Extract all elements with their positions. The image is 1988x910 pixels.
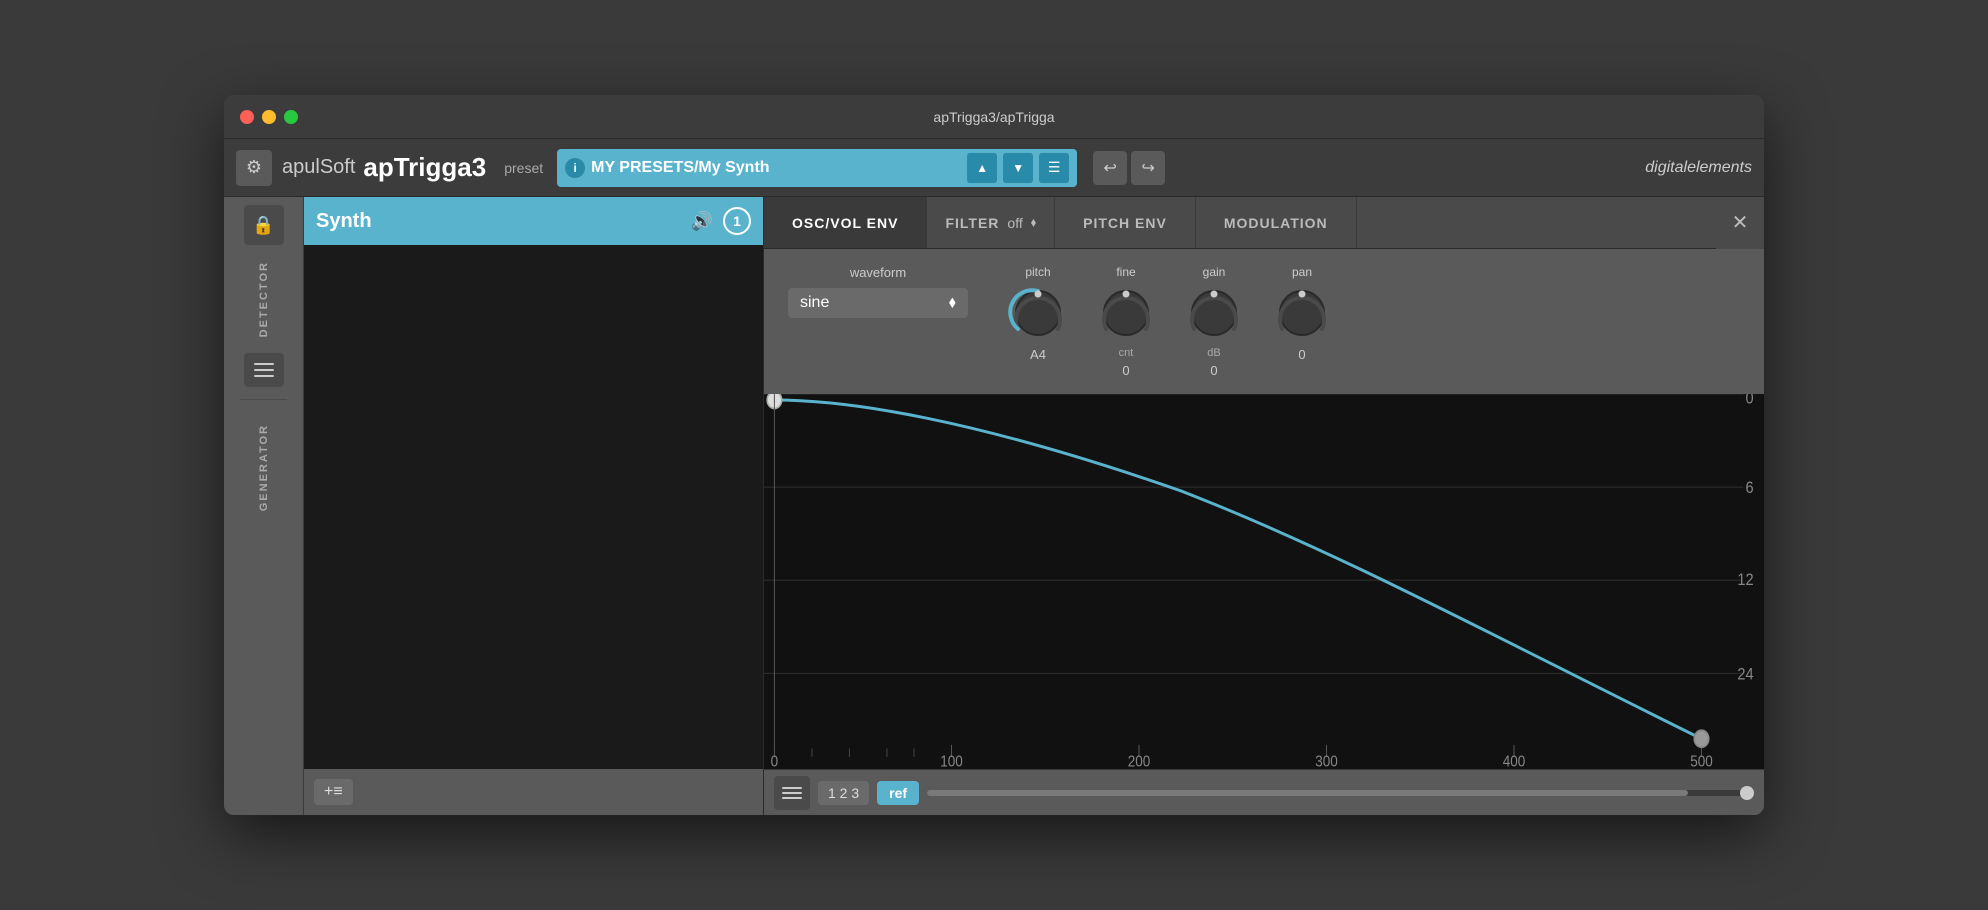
svg-text:300: 300 — [1315, 754, 1338, 769]
redo-button[interactable]: ↪ — [1131, 151, 1165, 185]
pitch-knob-label: pitch — [1025, 265, 1050, 279]
settings-icon-button[interactable]: ⚙ — [236, 150, 272, 186]
tab-close-button[interactable]: ✕ — [1716, 197, 1764, 249]
gain-knob-value: 0 — [1210, 363, 1217, 378]
slider-track — [927, 790, 1754, 796]
main-area: 🔒 DETECTOR GENERATOR Synth 🔊 1 +≡ — [224, 197, 1764, 815]
panel-header: Synth 🔊 1 — [304, 197, 763, 245]
svg-text:0: 0 — [1745, 394, 1753, 408]
waveform-select[interactable]: sine ⬧ — [788, 288, 968, 318]
svg-text:200: 200 — [1128, 754, 1151, 769]
svg-text:400: 400 — [1503, 754, 1526, 769]
brand-name-bold: apTrigga3 — [363, 152, 486, 183]
brand-logo: apulSoft apTrigga3 — [282, 152, 486, 183]
pitch-knob-value: A4 — [1030, 347, 1046, 362]
fine-knob-label: fine — [1116, 265, 1135, 279]
fine-knob-sublabel: cnt — [1119, 347, 1134, 359]
waveform-section: waveform sine ⬧ — [788, 265, 968, 318]
svg-text:12: 12 — [1737, 571, 1753, 589]
pitch-knob[interactable] — [1008, 283, 1068, 343]
envelope-area[interactable]: 0 6 12 24 0 100 — [764, 394, 1764, 769]
preset-nav-down-button[interactable]: ▼ — [1003, 153, 1033, 183]
left-panel: Synth 🔊 1 +≡ — [304, 197, 764, 815]
slider-fill — [927, 790, 1688, 796]
preset-info-icon[interactable]: i — [565, 158, 585, 178]
preset-label: preset — [504, 160, 543, 176]
brand-right-label: digitalelements — [1645, 159, 1752, 177]
hamburger-line-3 — [254, 375, 274, 377]
undo-redo-group: ↩ ↪ — [1093, 151, 1165, 185]
pan-knob-value: 0 — [1298, 347, 1305, 362]
tab-modulation[interactable]: MODULATION — [1196, 197, 1357, 248]
close-icon: ✕ — [1732, 210, 1749, 235]
slider-thumb[interactable] — [1740, 786, 1754, 800]
panel-content — [304, 245, 763, 769]
tab-filter[interactable]: FILTER off ⬧ — [927, 197, 1055, 248]
gear-icon: ⚙ — [246, 157, 262, 178]
bottom-ref-button[interactable]: ref — [877, 781, 919, 805]
waveform-value: sine — [800, 294, 829, 312]
fine-knob[interactable] — [1096, 283, 1156, 343]
add-button[interactable]: +≡ — [314, 779, 353, 805]
lock-button[interactable]: 🔒 — [244, 205, 284, 245]
titlebar: apTrigga3/apTrigga — [224, 95, 1764, 139]
bottom-hamburger-3 — [782, 797, 802, 799]
fine-knob-value: 0 — [1122, 363, 1129, 378]
waveform-label: waveform — [788, 265, 968, 280]
maximize-button[interactable] — [284, 110, 298, 124]
bottom-menu-button[interactable] — [774, 776, 810, 810]
preset-bar: i MY PRESETS/My Synth ▲ ▼ ☰ — [557, 149, 1077, 187]
bottom-bar: 1 2 3 ref — [764, 769, 1764, 815]
window-title: apTrigga3/apTrigga — [933, 109, 1054, 125]
svg-text:500: 500 — [1690, 754, 1713, 769]
pan-knob-label: pan — [1292, 265, 1312, 279]
preset-name: MY PRESETS/My Synth — [591, 159, 961, 177]
undo-button[interactable]: ↩ — [1093, 151, 1127, 185]
controls-area: waveform sine ⬧ pitch — [764, 249, 1764, 394]
knobs-section: pitch A4 fine — [1008, 265, 1332, 378]
svg-text:6: 6 — [1745, 479, 1753, 497]
pitch-knob-group: pitch A4 — [1008, 265, 1068, 362]
right-panel: OSC/VOL ENV FILTER off ⬧ PITCH ENV MODUL… — [764, 197, 1764, 815]
preset-menu-button[interactable]: ☰ — [1039, 153, 1069, 183]
tab-pitch-env[interactable]: PITCH ENV — [1055, 197, 1196, 248]
window-controls — [240, 110, 298, 124]
close-button[interactable] — [240, 110, 254, 124]
svg-text:100: 100 — [940, 754, 963, 769]
lock-icon: 🔒 — [252, 215, 274, 236]
waveform-arrow-icon: ⬧ — [949, 294, 956, 312]
bottom-num-button[interactable]: 1 2 3 — [818, 781, 869, 805]
tab-osc-vol-env[interactable]: OSC/VOL ENV — [764, 197, 927, 248]
gain-knob-group: gain dB 0 — [1184, 265, 1244, 378]
bottom-slider[interactable] — [927, 783, 1754, 803]
detector-label: DETECTOR — [258, 249, 270, 349]
bottom-hamburger-1 — [782, 787, 802, 789]
panel-number: 1 — [723, 207, 751, 235]
toolbar: ⚙ apulSoft apTrigga3 preset i MY PRESETS… — [224, 139, 1764, 197]
panel-title: Synth — [316, 210, 681, 233]
fine-knob-group: fine cnt 0 — [1096, 265, 1156, 378]
preset-nav-up-button[interactable]: ▲ — [967, 153, 997, 183]
speaker-icon: 🔊 — [691, 211, 713, 232]
main-window: apTrigga3/apTrigga ⚙ apulSoft apTrigga3 … — [224, 95, 1764, 815]
panel-bottom: +≡ — [304, 769, 763, 815]
brand-name-light: apulSoft — [282, 156, 355, 179]
bottom-hamburger-2 — [782, 792, 802, 794]
hamburger-line-2 — [254, 369, 274, 371]
gain-knob-sublabel: dB — [1207, 347, 1220, 359]
pan-knob-group: pan 0 — [1272, 265, 1332, 362]
svg-text:24: 24 — [1737, 666, 1753, 684]
hamburger-line-1 — [254, 363, 274, 365]
left-sidebar: 🔒 DETECTOR GENERATOR — [224, 197, 304, 815]
sidebar-menu-button[interactable] — [244, 353, 284, 387]
minimize-button[interactable] — [262, 110, 276, 124]
pan-knob[interactable] — [1272, 283, 1332, 343]
sidebar-divider — [240, 399, 287, 400]
gain-knob[interactable] — [1184, 283, 1244, 343]
tab-bar: OSC/VOL ENV FILTER off ⬧ PITCH ENV MODUL… — [764, 197, 1764, 249]
svg-text:0: 0 — [771, 754, 779, 769]
gain-knob-label: gain — [1203, 265, 1226, 279]
generator-label: GENERATOR — [258, 412, 270, 523]
